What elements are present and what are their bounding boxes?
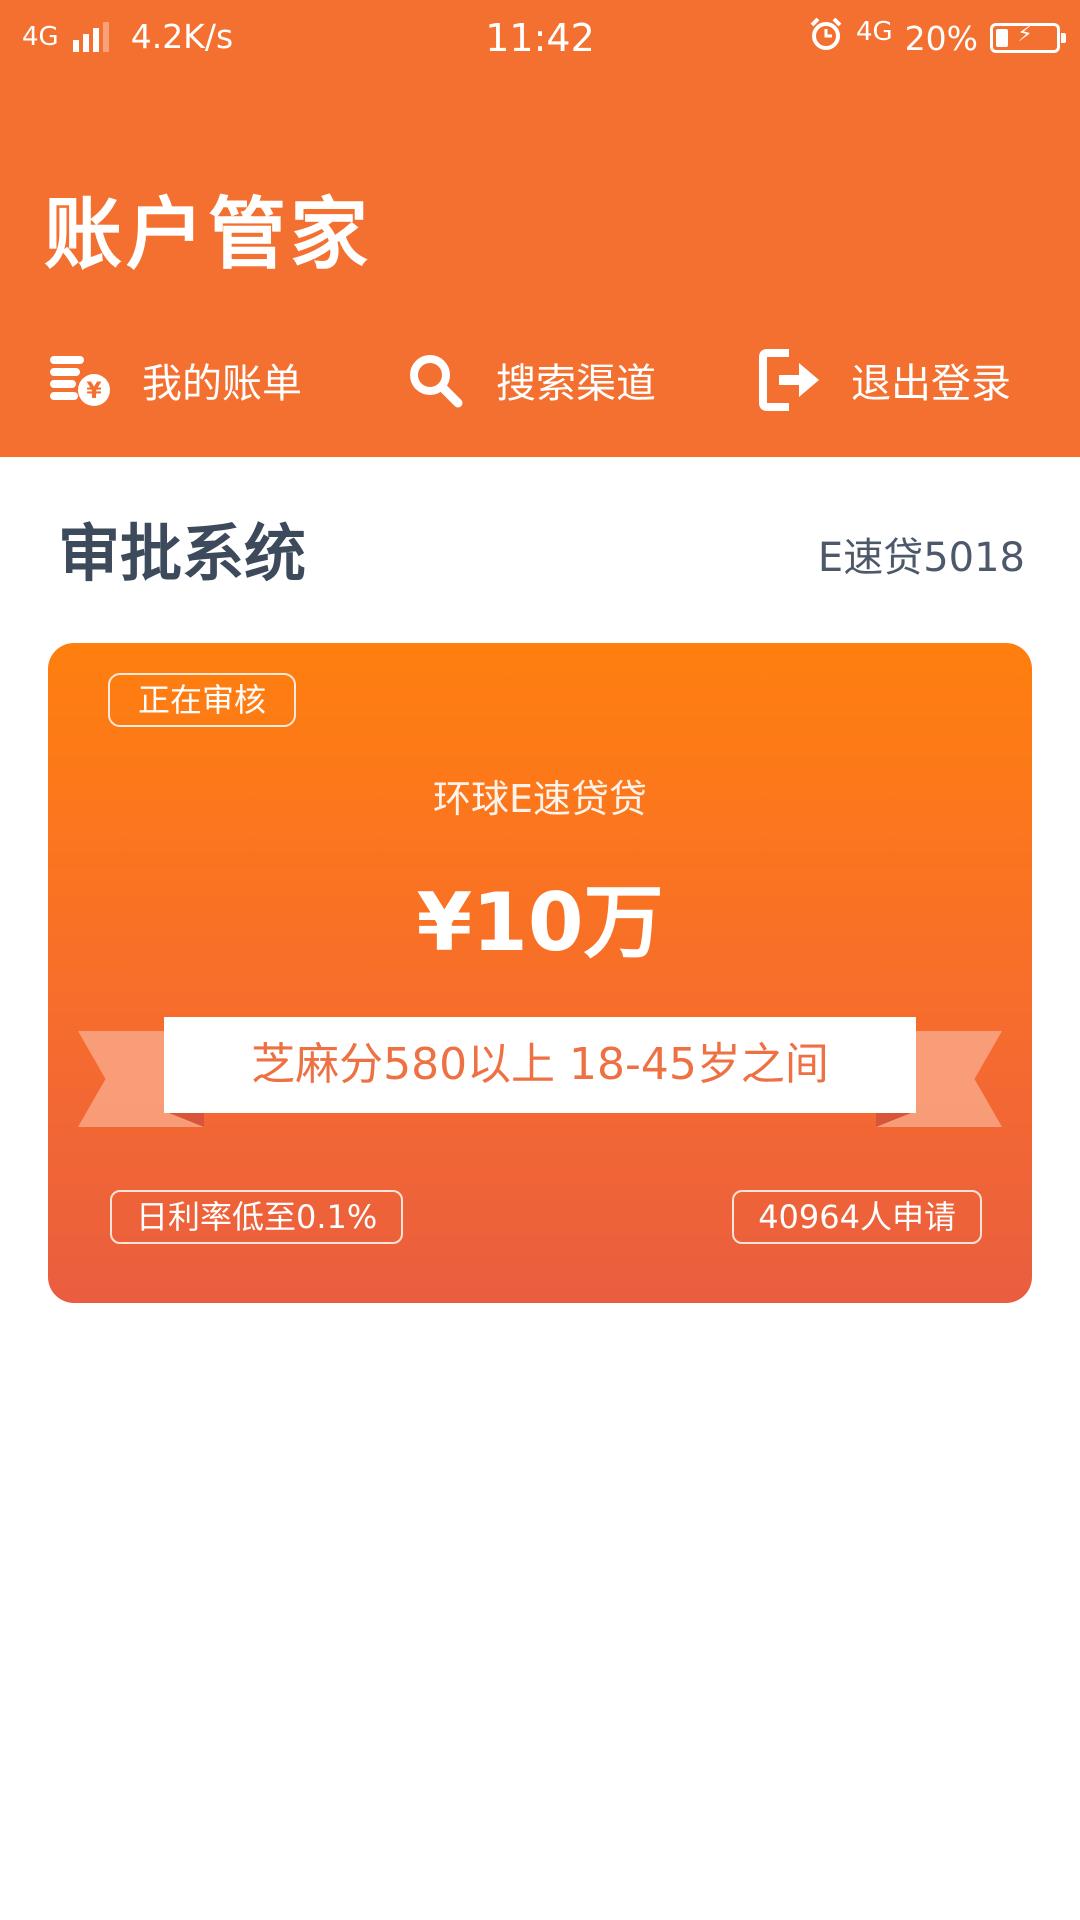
- status-bar: 4G 4.2K/s 11:42 4G 20% ⚡: [0, 0, 1080, 76]
- section-title: 审批系统: [58, 517, 307, 590]
- nav-my-bills-button[interactable]: ¥ 我的账单: [46, 340, 302, 420]
- search-icon: [400, 345, 470, 415]
- svg-text:¥: ¥: [86, 379, 102, 404]
- lightning-bolt-icon: ⚡: [1017, 22, 1033, 47]
- header-nav: ¥ 我的账单 搜索渠道 退出登录: [0, 340, 1080, 420]
- applicants-count-badge: 40964人申请: [732, 1190, 982, 1244]
- network-type-right: 4G: [855, 17, 893, 47]
- loan-product-card[interactable]: 正在审核 环球E速贷贷 ¥10万 芝麻分580以上 18-45岁之间 日利率低至…: [48, 643, 1032, 1303]
- alarm-clock-icon: [808, 16, 844, 60]
- coin-stack-yen-icon: ¥: [46, 345, 116, 415]
- battery-icon: ⚡: [990, 22, 1066, 53]
- product-name: 环球E速贷贷: [432, 777, 647, 821]
- battery-percent: 20%: [904, 18, 978, 58]
- nav-logout-button[interactable]: 退出登录: [755, 340, 1011, 420]
- status-right: 4G 20% ⚡: [808, 16, 1066, 60]
- app-header: 4G 4.2K/s 11:42 4G 20% ⚡ 账户管家 ¥ 我的账单 搜索渠…: [0, 0, 1080, 457]
- nav-search-channel-label: 搜索渠道: [496, 361, 656, 407]
- nav-search-channel-button[interactable]: 搜索渠道: [400, 340, 656, 420]
- nav-logout-label: 退出登录: [851, 361, 1011, 407]
- interest-rate-badge: 日利率低至0.1%: [110, 1190, 404, 1244]
- requirements-ribbon: 芝麻分580以上 18-45岁之间: [164, 1017, 916, 1113]
- logout-icon: [755, 345, 825, 415]
- page-title: 账户管家: [44, 190, 373, 280]
- nav-my-bills-label: 我的账单: [142, 361, 302, 407]
- section-subtitle: E速贷5018: [817, 535, 1025, 581]
- status-tag: 正在审核: [108, 673, 297, 727]
- loan-amount: ¥10万: [416, 876, 664, 969]
